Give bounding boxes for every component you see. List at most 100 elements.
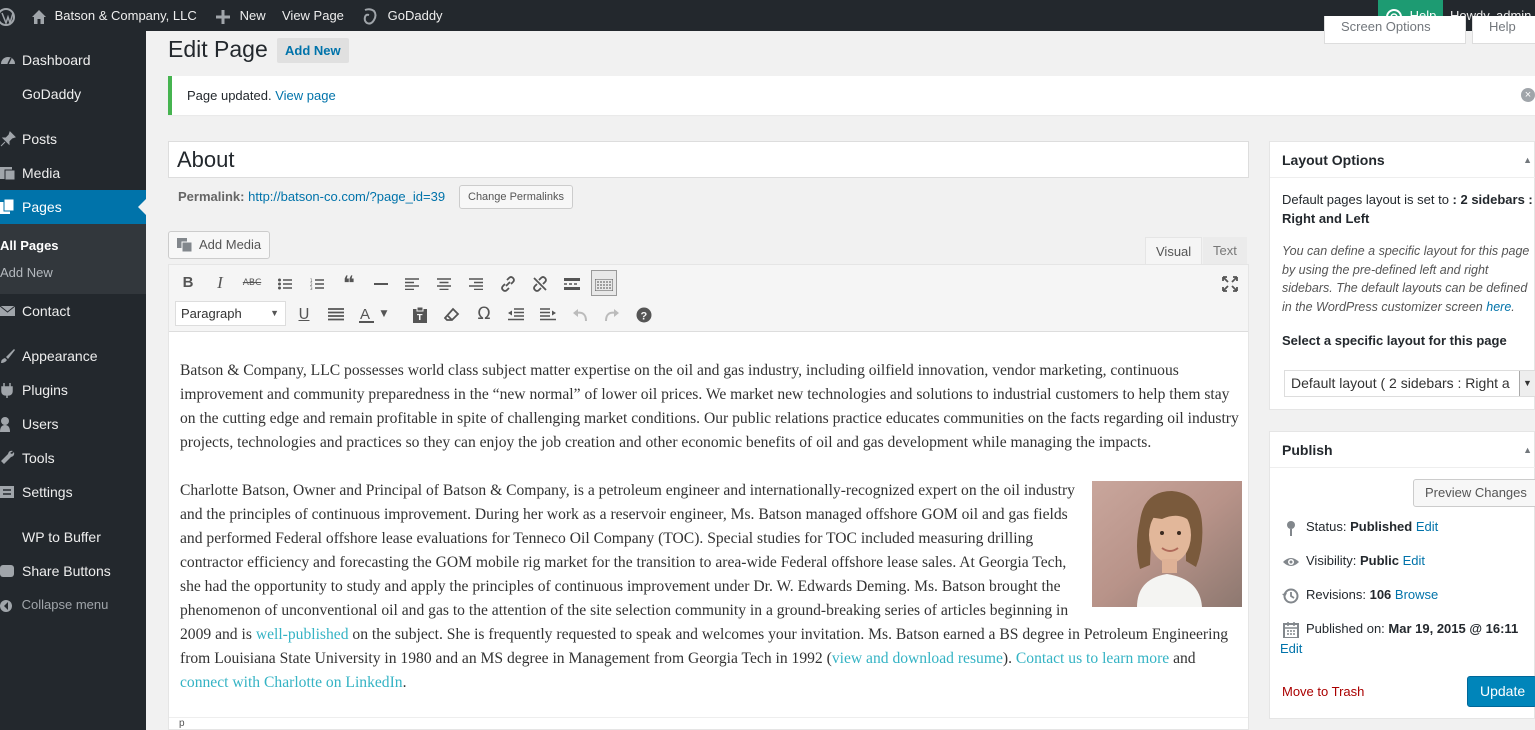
layout-options-title: Layout Options xyxy=(1282,152,1385,168)
sidebar-item-users[interactable]: Users xyxy=(0,407,146,441)
publish-title: Publish xyxy=(1282,442,1333,458)
sidebar-item-posts[interactable]: Posts xyxy=(0,122,146,156)
numbered-list-icon[interactable]: 123 xyxy=(304,270,330,296)
collapse-toggle-icon[interactable]: ▲ xyxy=(1523,432,1532,468)
keyboard-shortcuts-help-icon[interactable]: ? xyxy=(631,301,657,327)
strikethrough-icon[interactable]: ABC xyxy=(239,270,265,296)
italic-icon[interactable]: I xyxy=(207,270,233,296)
permalink-row: Permalink: http://batson-co.com/?page_id… xyxy=(178,189,445,204)
sidebar-item-settings[interactable]: Settings xyxy=(0,475,146,509)
bold-icon[interactable]: B xyxy=(175,270,201,296)
undo-icon[interactable] xyxy=(567,301,593,327)
chevron-down-icon[interactable]: ▼ xyxy=(377,301,391,327)
paste-as-text-icon[interactable]: T xyxy=(407,301,433,327)
link-icon[interactable] xyxy=(495,270,521,296)
screen-options-tab[interactable]: Screen Options xyxy=(1324,16,1466,44)
sidebar-item-label: GoDaddy xyxy=(22,86,82,102)
status-value: Published xyxy=(1350,519,1413,534)
permalink-url[interactable]: http://batson-co.com/?page_id=39 xyxy=(248,189,445,204)
collapse-toggle-icon[interactable]: ▲ xyxy=(1523,142,1532,178)
sidebar-item-appearance[interactable]: Appearance xyxy=(0,339,146,373)
preview-changes-button[interactable]: Preview Changes xyxy=(1413,479,1535,507)
dismiss-icon[interactable]: × xyxy=(1521,88,1535,102)
edit-status-link[interactable]: Edit xyxy=(1416,519,1438,534)
toolbar-toggle-icon[interactable] xyxy=(591,270,617,296)
sidebar-item-label: Media xyxy=(22,165,61,181)
sidebar-item-label: Pages xyxy=(22,199,62,215)
move-to-trash-link[interactable]: Move to Trash xyxy=(1282,684,1364,699)
special-character-icon[interactable]: Ω xyxy=(471,301,497,327)
site-home-link[interactable]: Batson & Company, LLC xyxy=(31,0,197,31)
tab-visual[interactable]: Visual xyxy=(1145,237,1203,265)
read-more-icon[interactable] xyxy=(559,270,585,296)
add-media-button[interactable]: Add Media xyxy=(168,231,271,259)
submenu-all-pages[interactable]: All Pages xyxy=(0,238,59,253)
horizontal-line-icon[interactable] xyxy=(368,270,394,296)
sidebar-item-tools[interactable]: Tools xyxy=(0,441,146,475)
resume-link[interactable]: view and download resume xyxy=(832,650,1003,667)
tab-text[interactable]: Text xyxy=(1203,237,1247,265)
content-editor[interactable]: B I ABC 123 ❝ Paragraph ▼ U A ▼ T Ω ? Ba… xyxy=(168,264,1249,730)
media-icon xyxy=(0,167,16,181)
published-on-value: Mar 19, 2015 @ 16:11 xyxy=(1388,621,1519,636)
align-right-icon[interactable] xyxy=(463,270,489,296)
align-left-icon[interactable] xyxy=(399,270,425,296)
browse-revisions-link[interactable]: Browse xyxy=(1395,587,1438,602)
outdent-icon[interactable] xyxy=(503,301,529,327)
add-new-button[interactable]: Add New xyxy=(277,38,349,63)
sidebar-item-godaddy[interactable]: GoDaddy xyxy=(0,77,146,111)
godaddy-link[interactable]: GoDaddy xyxy=(362,0,443,31)
change-permalinks-button[interactable]: Change Permalinks xyxy=(459,185,573,209)
visibility-row: Visibility: Public Edit xyxy=(1282,553,1425,570)
redo-icon[interactable] xyxy=(599,301,625,327)
sidebar-item-pages[interactable]: Pages xyxy=(0,190,146,224)
justify-icon[interactable] xyxy=(323,301,349,327)
customizer-here-link[interactable]: here xyxy=(1486,300,1511,314)
well-published-link[interactable]: well-published xyxy=(256,626,349,643)
blockquote-icon[interactable]: ❝ xyxy=(336,270,362,296)
content-paragraph-1: Batson & Company, LLC possesses world cl… xyxy=(180,362,1239,451)
content-paragraph-2-text: ). xyxy=(1002,650,1016,667)
brush-icon xyxy=(1,349,15,363)
site-name: Batson & Company, LLC xyxy=(54,8,197,23)
layout-options-header[interactable]: Layout Options ▲ xyxy=(1270,142,1535,178)
linkedin-link[interactable]: connect with Charlotte on LinkedIn xyxy=(180,674,403,691)
unlink-icon[interactable] xyxy=(527,270,553,296)
view-page-link[interactable]: View Page xyxy=(282,0,344,31)
sidebar-item-media[interactable]: Media xyxy=(0,156,146,190)
publish-box: Publish ▲ Preview Changes Status: Publis… xyxy=(1269,431,1535,719)
sidebar-item-label: Contact xyxy=(22,303,71,319)
visibility-value: Public xyxy=(1359,553,1399,568)
underline-icon[interactable]: U xyxy=(291,301,317,327)
publish-header[interactable]: Publish ▲ xyxy=(1270,432,1535,468)
help-tab[interactable]: Help xyxy=(1472,16,1535,44)
chevron-down-icon: ▼ xyxy=(270,308,279,318)
sidebar-item-plugins[interactable]: Plugins xyxy=(0,373,146,407)
pages-submenu: All Pages Add New xyxy=(0,224,146,294)
view-page-link[interactable]: View page xyxy=(275,88,335,103)
fullscreen-icon[interactable] xyxy=(1217,270,1243,296)
sidebar-item-wp-to-buffer[interactable]: WP to Buffer xyxy=(0,520,146,554)
editor-content[interactable]: Batson & Company, LLC possesses world cl… xyxy=(180,359,1242,719)
update-button[interactable]: Update xyxy=(1467,676,1535,707)
admin-bar: Batson & Company, LLC New View Page GoDa… xyxy=(0,0,1535,31)
edit-date-link[interactable]: Edit xyxy=(1280,641,1302,656)
layout-select[interactable]: Default layout ( 2 sidebars : Right a ▼ xyxy=(1284,370,1535,397)
contact-link[interactable]: Contact us to learn more xyxy=(1016,650,1169,667)
submenu-add-new[interactable]: Add New xyxy=(0,265,53,280)
indent-icon[interactable] xyxy=(535,301,561,327)
sidebar-item-share-buttons[interactable]: Share Buttons xyxy=(0,554,146,588)
sidebar-item-contact[interactable]: Contact xyxy=(0,294,146,328)
clear-formatting-icon[interactable] xyxy=(439,301,465,327)
collapse-menu-button[interactable]: Collapse menu xyxy=(0,597,108,613)
wordpress-logo-icon[interactable] xyxy=(0,0,20,31)
format-select[interactable]: Paragraph ▼ xyxy=(175,301,286,326)
sidebar-item-dashboard[interactable]: Dashboard xyxy=(0,43,146,77)
edit-visibility-link[interactable]: Edit xyxy=(1403,553,1425,568)
new-label: New xyxy=(239,8,266,23)
post-title-input[interactable] xyxy=(168,141,1249,178)
align-center-icon[interactable] xyxy=(431,270,457,296)
new-content-link[interactable]: New xyxy=(216,0,266,31)
bullet-list-icon[interactable] xyxy=(272,270,298,296)
select-layout-label: Select a specific layout for this page xyxy=(1282,333,1507,348)
